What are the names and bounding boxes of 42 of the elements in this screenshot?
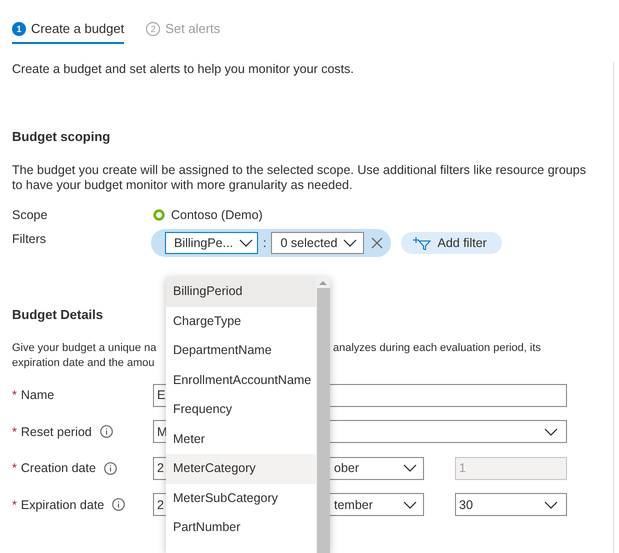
field-label: Expiration date xyxy=(20,498,104,512)
chevron-down-icon xyxy=(343,238,358,246)
chevron-down-icon xyxy=(239,238,254,246)
close-icon xyxy=(371,236,384,248)
field-label: Reset period xyxy=(20,424,92,438)
required-mark: * xyxy=(12,498,17,512)
scope-value: Contoso (Demo) xyxy=(171,208,263,222)
field-label: Name xyxy=(20,388,54,402)
required-mark: * xyxy=(12,461,17,475)
filter-separator: : xyxy=(263,236,266,250)
filter-add-icon xyxy=(413,236,432,250)
remove-filter-button[interactable] xyxy=(369,234,386,250)
menu-item[interactable]: BillingPeriod xyxy=(166,277,316,306)
field-label: Filters xyxy=(12,232,48,246)
field-label: Scope xyxy=(12,208,48,222)
chevron-down-icon xyxy=(403,464,417,472)
step-number: 1 xyxy=(12,22,26,36)
menu-item[interactable]: ChargeType xyxy=(166,306,316,336)
required-mark: * xyxy=(12,424,17,438)
section-description: analyzes during each evaluation period, its xyxy=(333,340,542,356)
scope-icon xyxy=(153,208,165,220)
day-dropdown[interactable]: 30 xyxy=(455,493,567,516)
section-description: The budget you create will be assigned to the selected scope. Use additional filters like resource groups to have your budget monitor with more granularity as needed. xyxy=(12,162,587,194)
chevron-down-icon xyxy=(544,500,558,508)
section-heading: Budget Details xyxy=(12,306,104,322)
field-label: Creation date xyxy=(20,461,96,475)
menu-item[interactable]: MeterSubCategory xyxy=(166,484,316,513)
step-tab[interactable]: 1 Create a budget xyxy=(12,21,124,44)
property-dropdown[interactable]: BillingPe... xyxy=(165,232,258,254)
section-description: Give your budget a unique na expiration date and the amou xyxy=(12,340,158,371)
scrollbar[interactable] xyxy=(316,277,330,553)
chevron-down-icon xyxy=(403,500,417,508)
section-heading: Budget scoping xyxy=(12,128,110,144)
step-number: 2 xyxy=(146,22,160,36)
intro-text: Create a budget and set alerts to help you monitor your costs. xyxy=(12,62,355,78)
menu-item[interactable]: PartNumber xyxy=(166,513,316,542)
chevron-down-icon xyxy=(544,428,558,436)
menu-item[interactable]: MeterCategory xyxy=(166,454,316,484)
add-filter-button[interactable]: Add filter xyxy=(401,232,502,254)
required-mark: * xyxy=(12,388,17,402)
value-dropdown[interactable]: 0 selected xyxy=(271,232,364,254)
menu-item[interactable]: DepartmentName xyxy=(166,336,316,366)
